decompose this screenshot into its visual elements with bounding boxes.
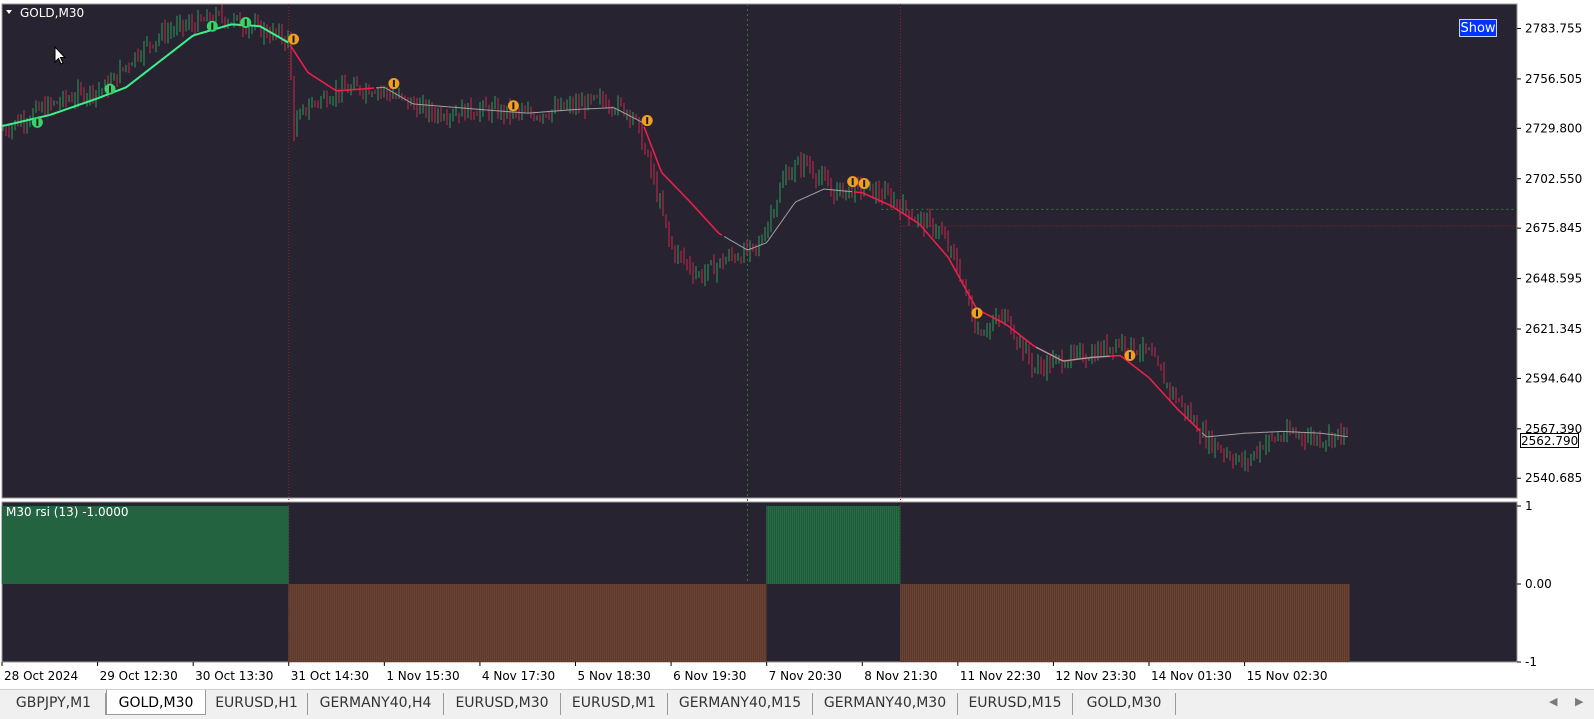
- signal-glyph: [1128, 352, 1131, 360]
- signal-glyph: [975, 309, 978, 317]
- symbol-label: GOLD,M30: [20, 6, 84, 20]
- time-tick-label: 1 Nov 15:30: [386, 669, 459, 683]
- time-tick-label: 14 Nov 01:30: [1151, 669, 1232, 683]
- time-tick-label: 8 Nov 21:30: [864, 669, 937, 683]
- scroll-right-icon[interactable]: ▶: [1575, 695, 1583, 708]
- indicator-tick-label: -1: [1525, 655, 1537, 669]
- time-tick-label: 15 Nov 02:30: [1247, 669, 1328, 683]
- time-tick-label: 4 Nov 17:30: [482, 669, 555, 683]
- signal-glyph: [646, 117, 649, 125]
- chart-tab[interactable]: GOLD,M30: [1073, 693, 1176, 715]
- chart-canvas[interactable]: 2783.755 2756.505 2729.800 2702.550 2675.845…: [0, 0, 1594, 689]
- chart-tab[interactable]: EURUSD,M1: [561, 693, 668, 715]
- signal-glyph: [512, 102, 515, 110]
- price-tick-label: 2540.685: [1525, 471, 1582, 485]
- price-tick-label: 2594.640: [1525, 371, 1582, 385]
- chart-tab[interactable]: EURUSD,M15: [958, 693, 1073, 715]
- time-tick-label: 12 Nov 23:30: [1055, 669, 1136, 683]
- chart-tab[interactable]: EURUSD,H1: [206, 693, 308, 715]
- price-axis: 2783.755 2756.505 2729.800 2702.550 2675.845…: [1517, 22, 1582, 485]
- time-tick-label: 11 Nov 22:30: [960, 669, 1041, 683]
- time-tick-label: 6 Nov 19:30: [673, 669, 746, 683]
- indicator-tick-label: 0.00: [1525, 577, 1552, 591]
- time-tick-label: 5 Nov 18:30: [578, 669, 651, 683]
- show-button[interactable]: Show: [1459, 19, 1497, 37]
- time-axis: 28 Oct 2024 29 Oct 12:30 30 Oct 13:30 31 Oc…: [1, 662, 1328, 683]
- signal-glyph: [851, 178, 854, 186]
- time-tick-label: 29 Oct 12:30: [100, 669, 178, 683]
- signal-glyph: [211, 22, 214, 30]
- scroll-left-icon[interactable]: ◀: [1549, 695, 1557, 708]
- chart-tab-bar: GBPJPY,M1 GOLD,M30 EURUSD,H1 GERMANY40,H4 EU…: [0, 689, 1594, 719]
- indicator-tick-label: 1: [1525, 499, 1533, 513]
- price-tick-label: 2648.595: [1525, 272, 1582, 286]
- mouse-cursor-icon: [54, 46, 67, 65]
- chart-tab[interactable]: GERMANY40,M15: [668, 693, 813, 715]
- chart-tab[interactable]: GERMANY40,M30: [813, 693, 958, 715]
- price-tick-label: 2756.505: [1525, 72, 1582, 86]
- time-tick-label: 30 Oct 13:30: [195, 669, 273, 683]
- chart-tab[interactable]: GBPJPY,M1: [2, 693, 106, 715]
- signal-glyph: [109, 85, 112, 93]
- price-tick-label: 2783.755: [1525, 22, 1582, 36]
- chart-tab[interactable]: GERMANY40,H4: [308, 693, 444, 715]
- signal-glyph: [36, 118, 39, 126]
- price-tick-label: 2702.550: [1525, 172, 1582, 186]
- indicator-label: M30 rsi (13) -1.0000: [6, 505, 129, 519]
- signal-glyph: [244, 19, 247, 27]
- time-tick-label: 28 Oct 2024: [4, 669, 78, 683]
- signal-glyph: [392, 80, 395, 88]
- time-tick-label: 31 Oct 14:30: [291, 669, 369, 683]
- signal-glyph: [292, 35, 295, 43]
- chart-tab[interactable]: EURUSD,M30: [444, 693, 561, 715]
- price-tick-label: 2729.800: [1525, 121, 1582, 135]
- indicator-axis: 1 0.00 -1: [1517, 499, 1552, 669]
- signal-glyph: [863, 179, 866, 187]
- price-tick-label: 2675.845: [1525, 221, 1582, 235]
- price-tick-label: 2621.345: [1525, 322, 1582, 336]
- chart-window[interactable]: 2783.755 2756.505 2729.800 2702.550 2675.845…: [0, 0, 1594, 683]
- time-tick-label: 7 Nov 20:30: [769, 669, 842, 683]
- chart-tab[interactable]: GOLD,M30: [106, 690, 206, 715]
- current-price-tag: 2562.790: [1520, 433, 1579, 448]
